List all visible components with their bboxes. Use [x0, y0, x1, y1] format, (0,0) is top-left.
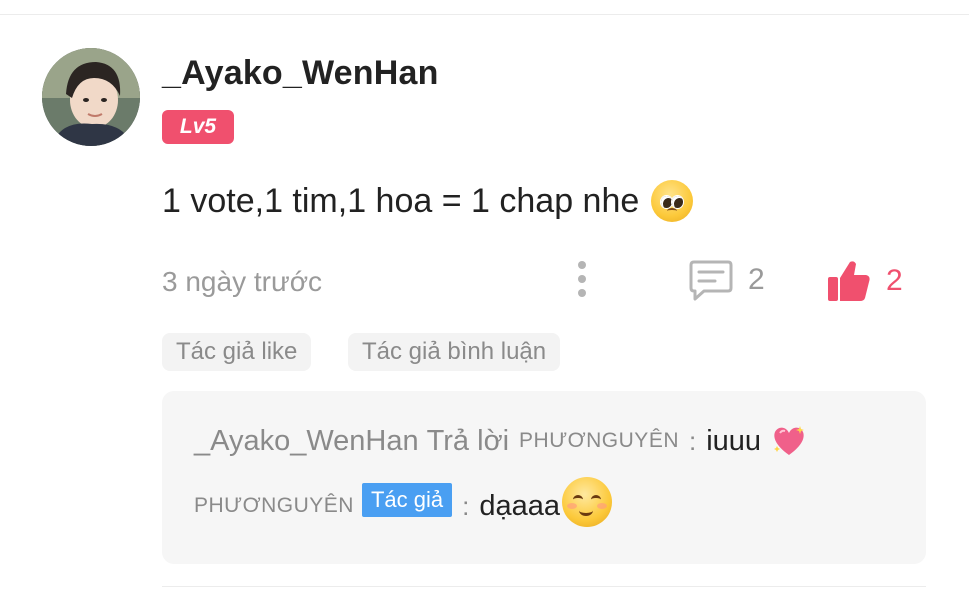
- reply-count: 2: [748, 263, 765, 296]
- replies-box[interactable]: _Ayako_WenHan Trả lời PHƯƠNGUYÊN : iuuu …: [162, 391, 926, 564]
- reply-verb: Trả lời: [426, 424, 510, 457]
- thumbs-up-icon: [828, 261, 870, 301]
- author-badge: Tác giả: [361, 483, 453, 517]
- reply-username[interactable]: PHƯƠNGUYÊN: [194, 494, 354, 518]
- reply-target-username[interactable]: PHƯƠNGUYÊN: [519, 429, 679, 453]
- reply-colon: :: [462, 490, 470, 521]
- like-count: 2: [886, 264, 903, 297]
- comment-bubble-icon: [689, 260, 733, 301]
- comment-body: 1 vote,1 tim,1 hoa = 1 chap nhe: [162, 180, 694, 222]
- avatar-image: [42, 48, 140, 146]
- reply-text: dạaaa: [479, 489, 561, 522]
- more-options-icon[interactable]: [574, 261, 590, 301]
- like-button[interactable]: 2: [826, 258, 903, 304]
- pleading-face-emoji: [651, 180, 694, 222]
- reply-text: iuuu: [706, 424, 762, 457]
- reply-colon: :: [689, 425, 697, 456]
- sparkling-heart-emoji: [771, 424, 807, 458]
- tag-author-liked: Tác giả like: [162, 333, 312, 371]
- reply-button[interactable]: 2: [688, 258, 765, 302]
- reply-username[interactable]: _Ayako_WenHan: [194, 425, 419, 458]
- reply-item[interactable]: PHƯƠNGUYÊN Tác giả : dạaaa: [194, 477, 613, 531]
- level-badge: Lv5: [162, 110, 234, 144]
- reply-item[interactable]: _Ayako_WenHan Trả lời PHƯƠNGUYÊN : iuuu: [194, 424, 807, 458]
- top-divider: [0, 14, 969, 15]
- comment-text: 1 vote,1 tim,1 hoa = 1 chap nhe: [162, 181, 640, 220]
- comment-timestamp: 3 ngày trước: [162, 266, 323, 297]
- tag-author-commented: Tác giả bình luận: [348, 333, 561, 371]
- username[interactable]: _Ayako_WenHan: [162, 54, 439, 93]
- user-avatar[interactable]: [42, 48, 140, 146]
- smiling-face-emoji: [562, 477, 613, 527]
- bottom-divider: [162, 586, 926, 587]
